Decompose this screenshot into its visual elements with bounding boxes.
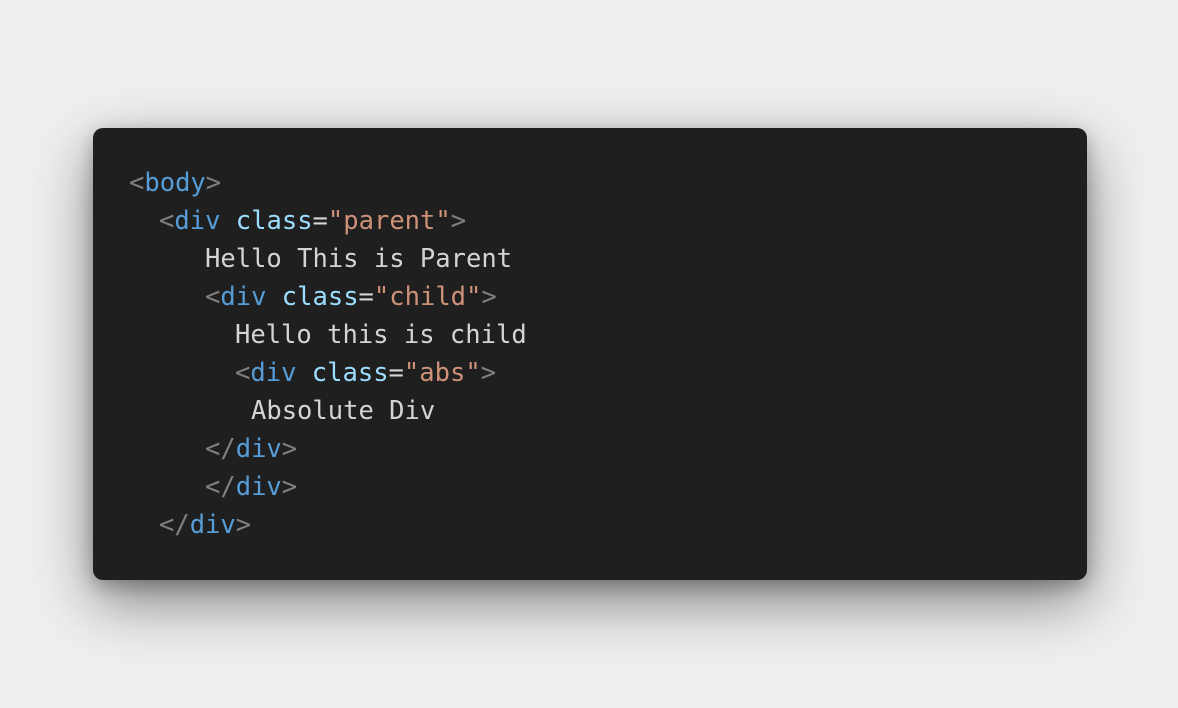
- close-bracket: >: [480, 358, 497, 388]
- tag-name: div: [235, 472, 282, 502]
- tag-name: div: [235, 434, 282, 464]
- open-bracket: </: [205, 434, 236, 464]
- open-bracket: </: [159, 510, 190, 540]
- open-bracket: <: [129, 168, 145, 198]
- code-line-child-text: Hello this is child: [235, 316, 527, 354]
- attribute-name: class: [311, 358, 389, 388]
- code-line-parent-text: Hello This is Parent: [205, 240, 512, 278]
- close-bracket: >: [235, 510, 252, 540]
- equals-sign: =: [358, 282, 374, 312]
- text-node: Absolute Div: [251, 396, 436, 426]
- close-bracket: >: [450, 206, 467, 236]
- tag-name: div: [189, 510, 236, 540]
- close-bracket: >: [205, 168, 222, 198]
- attribute-name: class: [235, 206, 313, 236]
- code-line-parent-div-close: </div>: [159, 506, 251, 544]
- text-node: Hello This is Parent: [205, 244, 513, 274]
- attribute-value: "parent": [327, 206, 451, 236]
- tag-name: div: [174, 206, 221, 236]
- tag-name: body: [144, 168, 206, 198]
- open-bracket: <: [235, 358, 251, 388]
- code-line-abs-text: Absolute Div: [251, 392, 435, 430]
- code-line-parent-div-open: <div class="parent">: [159, 202, 466, 240]
- page: { "theme": { "background": "#efefef", "c…: [0, 0, 1178, 708]
- code-line-abs-div-close: </div>: [205, 430, 297, 468]
- open-bracket: <: [205, 282, 221, 312]
- text-node: Hello this is child: [235, 320, 527, 350]
- tag-name: div: [250, 358, 297, 388]
- attribute-value: "abs": [403, 358, 481, 388]
- code-line-abs-div-open: <div class="abs">: [235, 354, 496, 392]
- code-line-child-div-open: <div class="child">: [205, 278, 497, 316]
- equals-sign: =: [312, 206, 328, 236]
- tag-name: div: [220, 282, 267, 312]
- attribute-name: class: [281, 282, 359, 312]
- close-bracket: >: [481, 282, 497, 312]
- code-block: <body> <div class="parent"> Hello This i…: [93, 128, 1087, 580]
- close-bracket: >: [281, 434, 298, 464]
- close-bracket: >: [281, 472, 298, 502]
- code-line-child-div-close: </div>: [205, 468, 297, 506]
- open-bracket: </: [205, 472, 236, 502]
- attribute-value: "child": [373, 282, 482, 312]
- equals-sign: =: [388, 358, 404, 388]
- open-bracket: <: [159, 206, 175, 236]
- code-line-body-open: <body>: [129, 164, 221, 202]
- code-snippet-card: <body> <div class="parent"> Hello This i…: [93, 128, 1087, 580]
